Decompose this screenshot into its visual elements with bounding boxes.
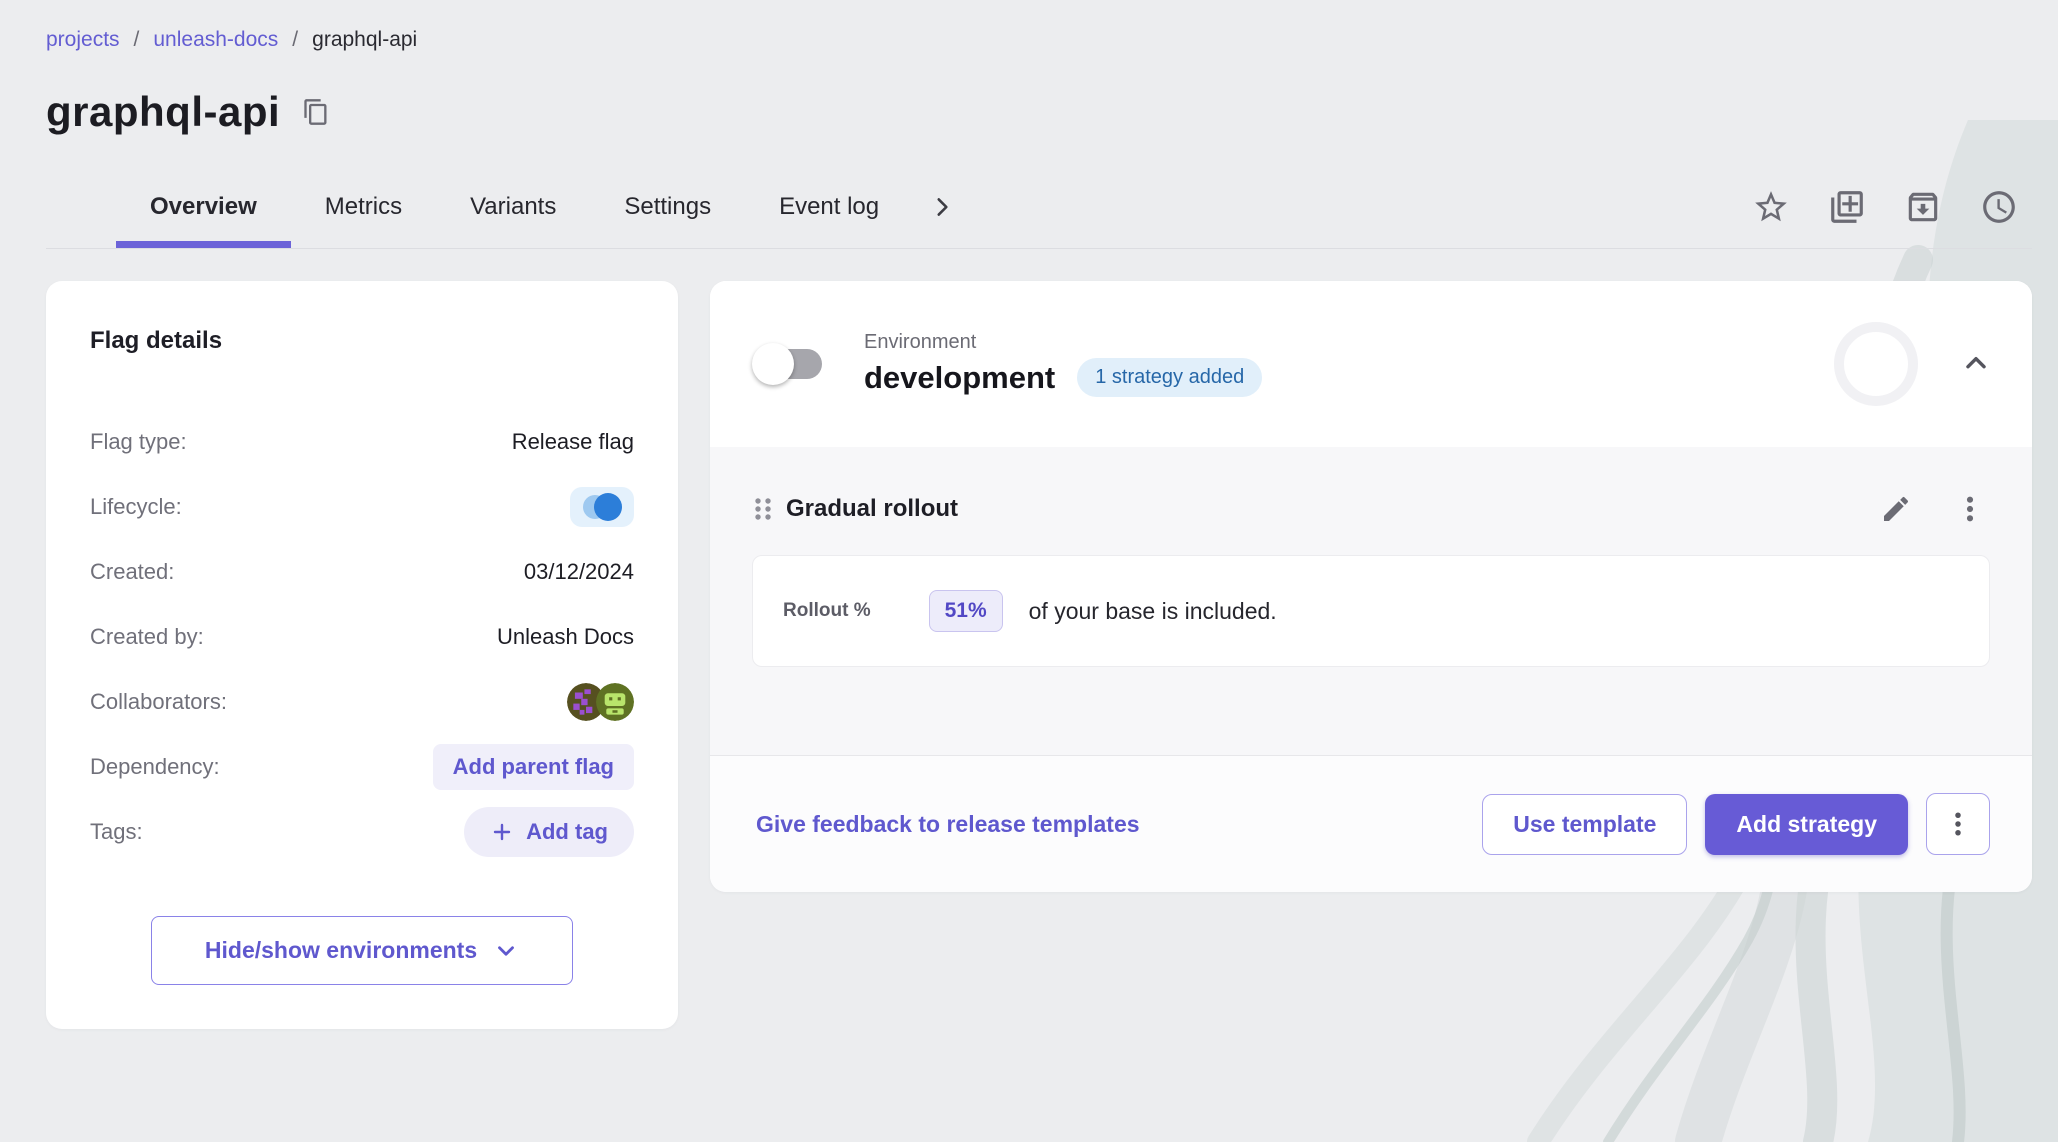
add-parent-flag-button[interactable]: Add parent flag — [433, 744, 634, 790]
tab-bar: Overview Metrics Variants Settings Event… — [46, 166, 2032, 249]
flag-details-rows: Flag type: Release flag Lifecycle: Creat… — [90, 409, 634, 864]
environment-title-block: Environment development 1 strategy added — [864, 331, 1262, 397]
collaborators-label: Collaborators: — [90, 689, 227, 715]
tags-row: Tags: Add tag — [90, 799, 634, 864]
environment-strategies: Gradual rollout Rollout % 51% — [710, 447, 2032, 755]
environment-name-row: development 1 strategy added — [864, 358, 1262, 397]
footer-actions: Use template Add strategy — [1482, 793, 1990, 855]
created-label: Created: — [90, 559, 174, 585]
breadcrumb: projects / unleash-docs / graphql-api — [46, 28, 2032, 52]
flag-details-card: Flag details Flag type: Release flag Lif… — [46, 281, 678, 1029]
flag-type-row: Flag type: Release flag — [90, 409, 634, 474]
tabs-overflow-chevron-icon[interactable] — [913, 166, 971, 248]
flag-type-label: Flag type: — [90, 429, 187, 455]
tab-variants[interactable]: Variants — [436, 166, 590, 248]
flag-type-value: Release flag — [512, 429, 634, 455]
toggle-knob — [752, 343, 794, 385]
drag-handle-icon[interactable] — [752, 495, 774, 523]
use-template-button[interactable]: Use template — [1482, 794, 1687, 855]
copy-name-icon[interactable] — [298, 94, 334, 130]
breadcrumb-current-flag: graphql-api — [312, 28, 417, 52]
lifecycle-dot-front — [594, 493, 622, 521]
collapse-chevron-up-icon[interactable] — [1954, 342, 1998, 386]
environment-card: Environment development 1 strategy added — [710, 281, 2032, 892]
chevron-down-icon — [493, 938, 519, 964]
hide-show-environments-label: Hide/show environments — [205, 937, 477, 964]
tabs: Overview Metrics Variants Settings Event… — [116, 166, 971, 248]
environment-name: development — [864, 360, 1055, 396]
tags-label: Tags: — [90, 819, 143, 845]
page-title: graphql-api — [46, 88, 280, 136]
environment-label: Environment — [864, 331, 1262, 354]
strategy-name: Gradual rollout — [786, 495, 958, 523]
strategy-actions — [1876, 489, 1990, 529]
copy-flag-icon[interactable] — [1824, 184, 1870, 230]
archive-flag-icon[interactable] — [1900, 184, 1946, 230]
breadcrumb-separator: / — [134, 28, 140, 52]
plus-icon — [490, 820, 514, 844]
tab-settings[interactable]: Settings — [590, 166, 745, 248]
add-tag-label: Add tag — [526, 819, 608, 845]
lifecycle-label: Lifecycle: — [90, 494, 182, 520]
tab-metrics[interactable]: Metrics — [291, 166, 436, 248]
edit-strategy-pencil-icon[interactable] — [1876, 489, 1916, 529]
rollout-label: Rollout % — [783, 600, 871, 622]
lifecycle-stage-icon[interactable] — [570, 487, 634, 527]
strategy-kebab-menu-icon[interactable] — [1950, 489, 1990, 529]
strategy-count-badge: 1 strategy added — [1077, 358, 1262, 397]
add-strategy-button[interactable]: Add strategy — [1705, 794, 1908, 855]
created-value: 03/12/2024 — [524, 559, 634, 585]
flag-details-heading: Flag details — [90, 327, 634, 355]
rollout-percentage-chip: 51% — [929, 590, 1003, 632]
environment-kebab-menu-icon[interactable] — [1926, 793, 1990, 855]
breadcrumb-projects[interactable]: projects — [46, 28, 120, 52]
history-clock-icon[interactable] — [1976, 184, 2022, 230]
overview-columns: Flag details Flag type: Release flag Lif… — [46, 281, 2032, 1029]
release-templates-feedback-link[interactable]: Give feedback to release templates — [756, 811, 1140, 838]
environment-toggle[interactable] — [758, 349, 822, 379]
created-row: Created: 03/12/2024 — [90, 539, 634, 604]
favorite-star-icon[interactable] — [1748, 184, 1794, 230]
dependency-row: Dependency: Add parent flag — [90, 734, 634, 799]
collaborator-avatar — [596, 683, 634, 721]
created-by-row: Created by: Unleash Docs — [90, 604, 634, 669]
title-row: graphql-api — [46, 88, 2032, 136]
hide-show-environments-button[interactable]: Hide/show environments — [151, 916, 573, 985]
environment-usage-donut — [1834, 322, 1918, 406]
tab-overview-label: Overview — [150, 193, 257, 220]
collaborators-row: Collaborators: — [90, 669, 634, 734]
tab-event-log[interactable]: Event log — [745, 166, 913, 248]
breadcrumb-project-name[interactable]: unleash-docs — [153, 28, 278, 52]
breadcrumb-separator: / — [292, 28, 298, 52]
rollout-description: of your base is included. — [1029, 598, 1277, 625]
tab-overview[interactable]: Overview — [116, 166, 291, 248]
active-tab-underline — [116, 241, 291, 248]
strategy-header: Gradual rollout — [752, 489, 1990, 529]
dependency-label: Dependency: — [90, 754, 220, 780]
main-content: projects / unleash-docs / graphql-api gr… — [0, 0, 2058, 1029]
created-by-label: Created by: — [90, 624, 204, 650]
flag-overview-page: projects / unleash-docs / graphql-api gr… — [0, 0, 2058, 1142]
add-tag-button[interactable]: Add tag — [464, 807, 634, 857]
lifecycle-row: Lifecycle: — [90, 474, 634, 539]
collaborator-avatars — [567, 683, 634, 721]
environment-header: Environment development 1 strategy added — [710, 281, 2032, 447]
environment-footer: Give feedback to release templates Use t… — [710, 756, 2032, 892]
rollout-summary-card: Rollout % 51% of your base is included. — [752, 555, 1990, 667]
created-by-value: Unleash Docs — [497, 624, 634, 650]
flag-action-icons — [1748, 184, 2022, 230]
